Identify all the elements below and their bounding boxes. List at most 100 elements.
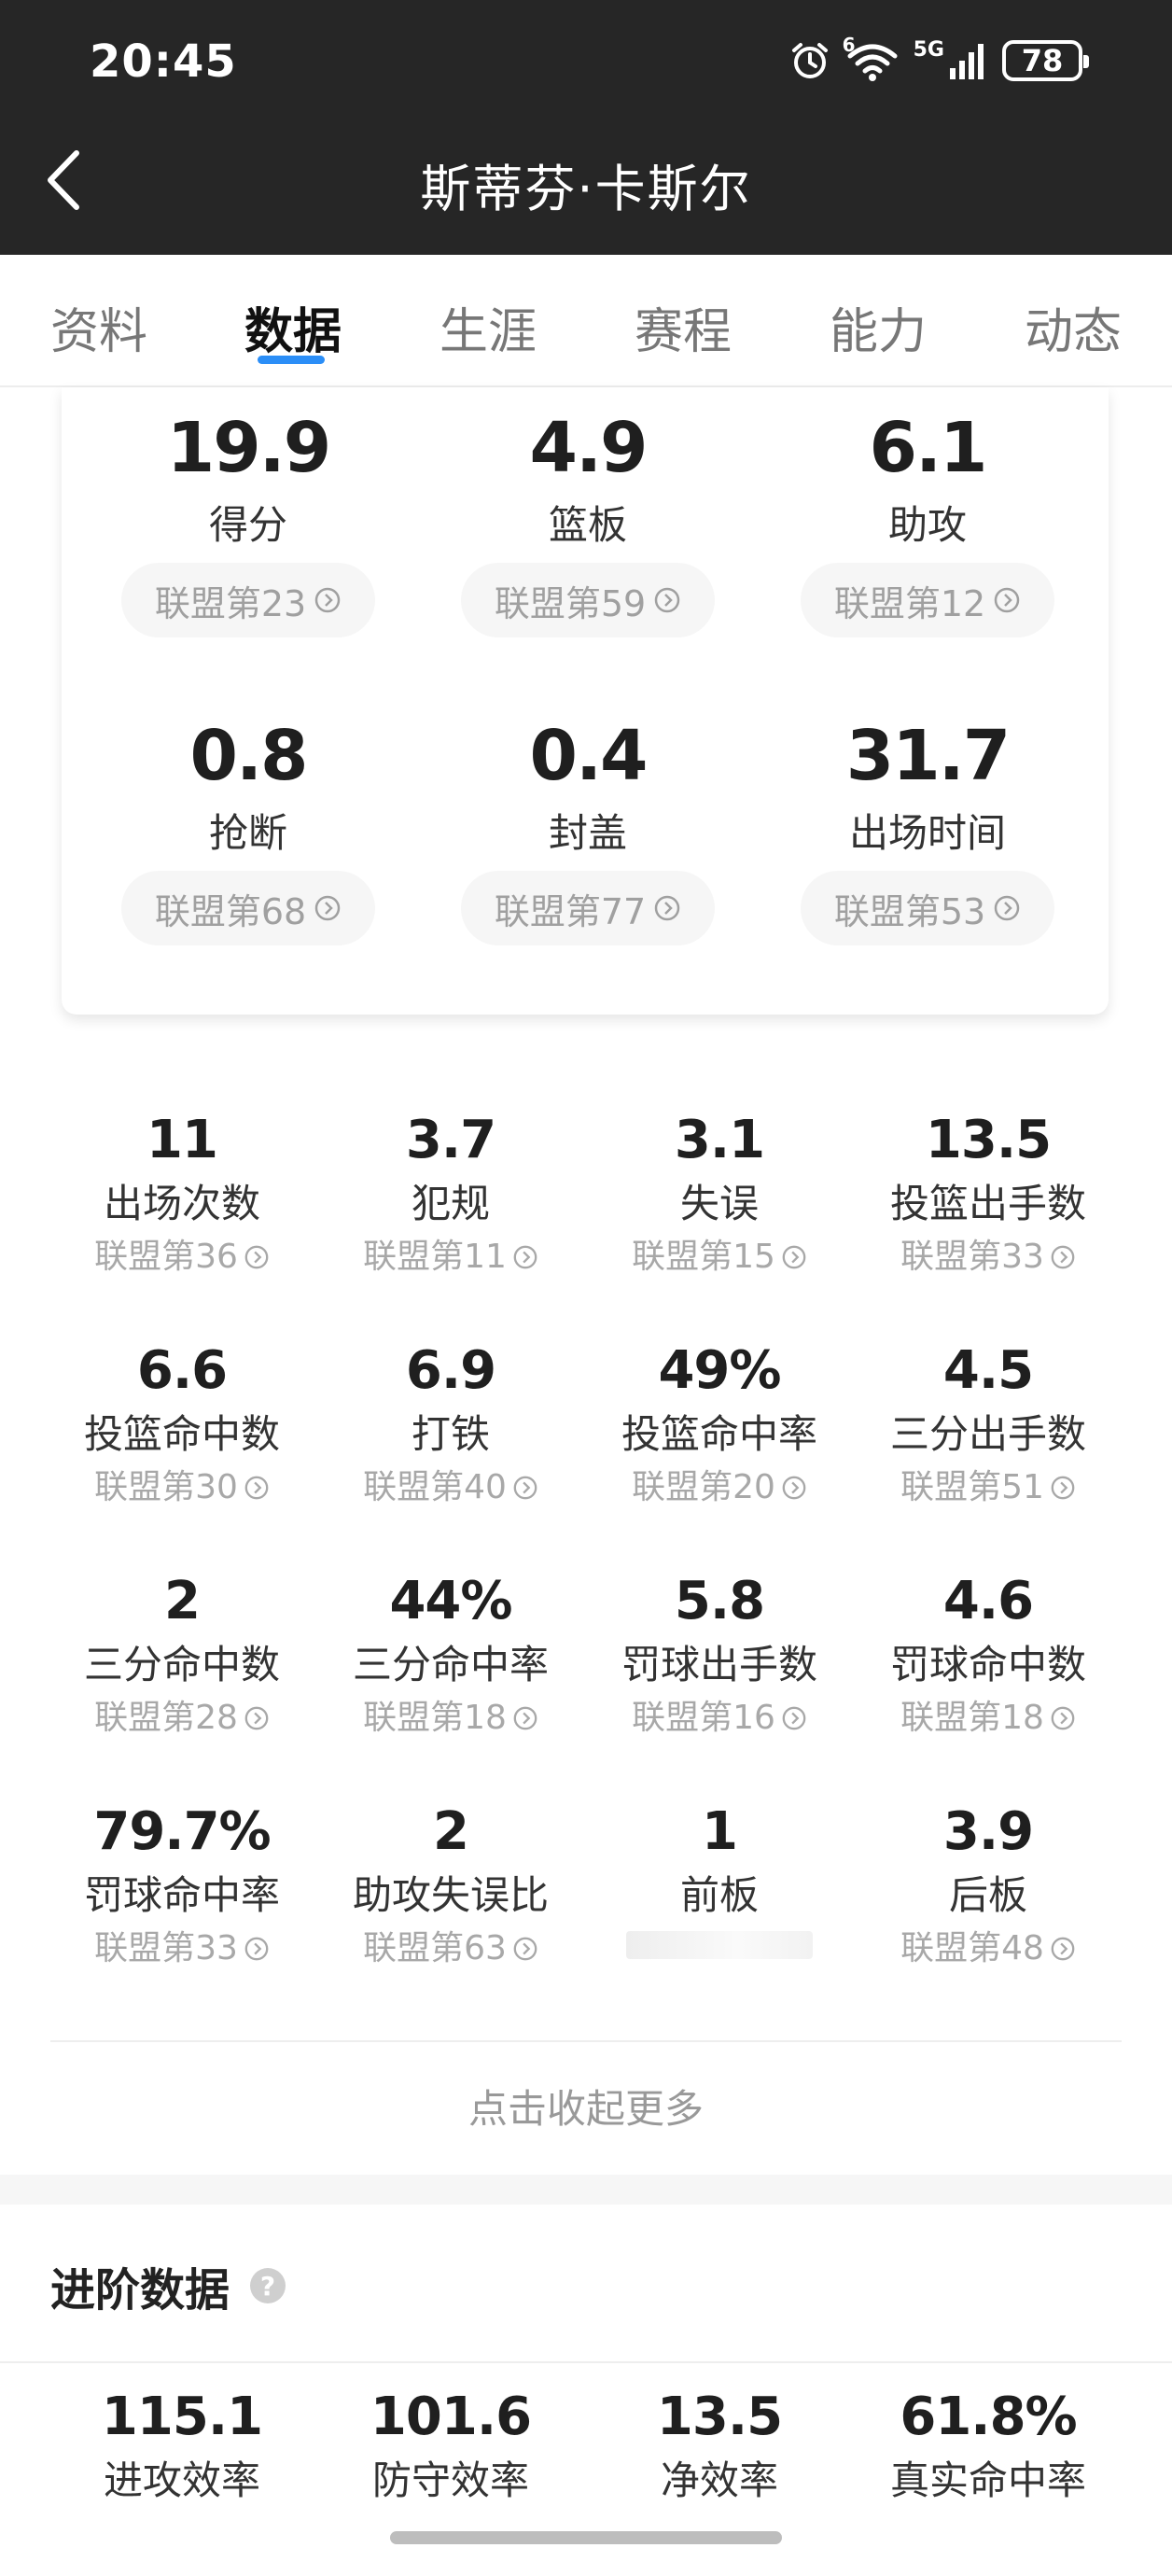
stat-value: 3.9 (942, 1801, 1034, 1862)
tab-profile[interactable]: 资料 (50, 292, 147, 362)
stat-label: 罚球命中数 (889, 1642, 1086, 1687)
stat-item[interactable]: 4.6 罚球命中数 联盟第18 (853, 1572, 1123, 1740)
rank-text: 联盟第53 (833, 890, 986, 932)
advanced-stat: 115.1 进攻效率 (47, 2387, 317, 2507)
stat-item[interactable]: 3.9 后板 联盟第48 (853, 1802, 1123, 1970)
stat-value: 101.6 (370, 2387, 532, 2447)
stat-value: 13.5 (925, 1110, 1052, 1170)
league-rank[interactable]: 联盟第51 (853, 1466, 1123, 1509)
rank-text: 联盟第11 (363, 1238, 507, 1276)
stat-item[interactable]: 5.8 罚球出手数 联盟第16 (584, 1572, 855, 1740)
stat-item[interactable]: 3.1 失误 联盟第15 (584, 1111, 855, 1279)
tab-career[interactable]: 生涯 (440, 292, 537, 362)
stat-label: 得分 (208, 502, 287, 548)
league-rank[interactable]: 联盟第36 (47, 1236, 317, 1279)
league-rank[interactable]: 联盟第40 (315, 1466, 586, 1509)
rank-text: 联盟第18 (363, 1699, 507, 1737)
rank-text: 联盟第15 (632, 1238, 775, 1276)
tab-news[interactable]: 动态 (1025, 292, 1122, 362)
league-rank[interactable]: 联盟第30 (47, 1466, 317, 1509)
league-rank-pill[interactable]: 联盟第12 (801, 563, 1054, 637)
stat-item[interactable]: 1 前板 (584, 1802, 855, 1959)
stat-label: 三分命中率 (352, 1642, 549, 1687)
league-rank-pill[interactable]: 联盟第68 (121, 871, 375, 945)
stat-value: 79.7% (93, 1801, 271, 1862)
league-rank[interactable]: 联盟第20 (584, 1466, 855, 1509)
stat-item[interactable]: 6.9 打铁 联盟第40 (315, 1341, 586, 1509)
stat-item[interactable]: 4.5 三分出手数 联盟第51 (853, 1341, 1123, 1509)
arrow-circle-icon (654, 895, 680, 921)
home-indicator[interactable] (390, 2531, 782, 2544)
stat-item[interactable]: 2 助攻失误比 联盟第63 (315, 1802, 586, 1970)
arrow-circle-icon (782, 1245, 806, 1269)
arrow-circle-icon (994, 895, 1020, 921)
active-tab-indicator (258, 356, 325, 364)
league-rank[interactable]: 联盟第33 (47, 1927, 317, 1970)
wifi-icon: 6 (843, 34, 900, 82)
tab-bar: 资料 数据 生涯 赛程 能力 动态 (0, 255, 1172, 387)
arrow-circle-icon (513, 1706, 537, 1730)
section-separator (0, 2175, 1172, 2205)
rank-text: 联盟第59 (494, 582, 647, 624)
summary-stat: 0.8 抢断 联盟第68 (108, 714, 388, 945)
league-rank[interactable]: 联盟第18 (315, 1697, 586, 1740)
rank-text: 联盟第33 (94, 1929, 238, 1967)
arrow-circle-icon (244, 1937, 269, 1961)
league-rank-pill[interactable]: 联盟第59 (461, 563, 715, 637)
stat-value: 1 (702, 1801, 738, 1862)
stat-item[interactable]: 44% 三分命中率 联盟第18 (315, 1572, 586, 1740)
league-rank-pill[interactable]: 联盟第23 (121, 563, 375, 637)
stat-label: 失误 (679, 1181, 759, 1226)
stat-value: 2 (433, 1801, 469, 1862)
stat-item[interactable]: 6.6 投篮命中数 联盟第30 (47, 1341, 317, 1509)
league-rank-pill[interactable]: 联盟第53 (801, 871, 1054, 945)
divider (50, 2040, 1122, 2042)
stat-label: 投篮命中数 (83, 1411, 280, 1457)
stat-item[interactable]: 11 出场次数 联盟第36 (47, 1111, 317, 1279)
tab-schedule[interactable]: 赛程 (635, 292, 732, 362)
rank-text: 联盟第48 (900, 1929, 1044, 1967)
stat-value: 115.1 (101, 2387, 263, 2447)
network-type: 5G (913, 38, 944, 62)
summary-stat: 31.7 出场时间 联盟第53 (788, 714, 1067, 945)
tab-stats[interactable]: 数据 (244, 292, 342, 362)
stat-label: 助攻 (887, 502, 967, 548)
arrow-circle-icon (314, 895, 341, 921)
league-rank[interactable]: 联盟第33 (853, 1236, 1123, 1279)
league-rank[interactable]: 联盟第63 (315, 1927, 586, 1970)
arrow-circle-icon (1051, 1706, 1075, 1730)
stat-value: 2 (164, 1571, 201, 1631)
rank-text: 联盟第51 (900, 1468, 1044, 1506)
arrow-circle-icon (1051, 1245, 1075, 1269)
league-rank[interactable]: 联盟第11 (315, 1236, 586, 1279)
rank-text: 联盟第18 (900, 1699, 1044, 1737)
help-icon[interactable]: ? (250, 2268, 286, 2303)
stat-item[interactable]: 3.7 犯规 联盟第11 (315, 1111, 586, 1279)
league-rank[interactable]: 联盟第28 (47, 1697, 317, 1740)
section-title: 进阶数据 (50, 2264, 230, 2317)
league-rank-pill[interactable]: 联盟第77 (461, 871, 715, 945)
stat-label: 篮板 (548, 502, 627, 548)
stat-value: 49% (658, 1340, 781, 1401)
arrow-circle-icon (314, 587, 341, 613)
tab-ability[interactable]: 能力 (830, 292, 927, 362)
wifi-badge: 6 (842, 34, 856, 56)
top-header: 20:45 6 5G 78 斯蒂芬·卡斯尔 (0, 0, 1172, 255)
stat-value: 5.8 (674, 1571, 765, 1631)
stat-item[interactable]: 2 三分命中数 联盟第28 (47, 1572, 317, 1740)
stat-item[interactable]: 13.5 投篮出手数 联盟第33 (853, 1111, 1123, 1279)
league-rank[interactable]: 联盟第48 (853, 1927, 1123, 1970)
stat-label: 出场次数 (103, 1181, 260, 1226)
league-rank[interactable]: 联盟第15 (584, 1236, 855, 1279)
stat-value: 3.1 (674, 1110, 765, 1170)
stat-label: 后板 (948, 1872, 1027, 1918)
league-rank[interactable]: 联盟第18 (853, 1697, 1123, 1740)
stat-label: 前板 (679, 1872, 759, 1918)
arrow-circle-icon (1051, 1937, 1075, 1961)
stat-item[interactable]: 79.7% 罚球命中率 联盟第33 (47, 1802, 317, 1970)
collapse-more-button[interactable]: 点击收起更多 (0, 2078, 1172, 2135)
stat-item[interactable]: 49% 投篮命中率 联盟第20 (584, 1341, 855, 1509)
rank-text: 联盟第16 (632, 1699, 775, 1737)
status-time: 20:45 (90, 35, 237, 88)
league-rank[interactable]: 联盟第16 (584, 1697, 855, 1740)
